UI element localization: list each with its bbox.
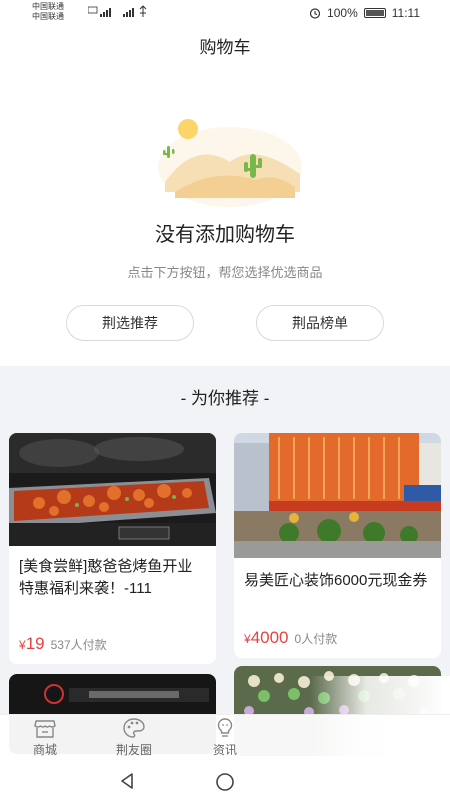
- clock: 11:11: [391, 6, 420, 20]
- home-icon[interactable]: [214, 771, 236, 793]
- empty-cart-subtitle: 点击下方按钮，帮您选择优选商品: [127, 265, 323, 280]
- recommend-title: - 为你推荐 -: [180, 389, 270, 408]
- product-title: [美食尝鲜]憨爸爸烤鱼开业特惠福利来袭！-111: [19, 558, 193, 597]
- decoration-store-image: [234, 433, 441, 558]
- carrier-2: 中国联通: [32, 12, 64, 21]
- status-bar: 中国联通 中国联通 100% 11:11: [0, 0, 450, 26]
- empty-cart-title: 没有添加购物车: [155, 224, 295, 246]
- recommend-picks-button[interactable]: 荆选推荐: [66, 305, 194, 341]
- carrier-1: 中国联通: [32, 2, 64, 11]
- price-row: ¥4000 0人付款: [244, 628, 337, 648]
- paid-count: 0人付款: [294, 632, 338, 646]
- back-icon[interactable]: [118, 771, 138, 791]
- bottom-tab-bar: 商城 荆友圈 资讯: [0, 714, 450, 762]
- battery-icon: [363, 8, 386, 18]
- grilled-fish-image: [9, 433, 216, 546]
- product-title: 易美匠心装饰6000元现金券: [244, 572, 428, 589]
- paid-count: 537人付款: [50, 638, 107, 652]
- price: ¥4000: [244, 628, 289, 647]
- tab-news[interactable]: 资讯: [190, 717, 260, 758]
- status-right: 100% 11:11: [309, 6, 420, 20]
- carrier-labels: 中国联通 中国联通: [32, 2, 64, 22]
- tab-label: 荆友圈: [115, 743, 152, 757]
- alarm-icon: [309, 8, 321, 19]
- product-card-2[interactable]: 易美匠心装饰6000元现金券 ¥4000 0人付款: [234, 433, 441, 658]
- system-nav-bar: [0, 762, 450, 800]
- bulb-icon: [217, 718, 233, 737]
- product-ranking-button[interactable]: 荆品榜单: [256, 305, 384, 341]
- tab-label: 资讯: [212, 743, 237, 757]
- tab-store[interactable]: 商城: [10, 717, 80, 758]
- signal-icon: [87, 4, 152, 20]
- price-row: ¥19 537人付款: [19, 634, 107, 654]
- battery-percent: 100%: [327, 6, 358, 20]
- store-icon: [34, 720, 56, 738]
- palette-icon: [123, 718, 145, 738]
- price: ¥19: [19, 634, 45, 653]
- tab-friends-circle[interactable]: 荆友圈: [99, 717, 169, 758]
- tab-label: 商城: [32, 743, 57, 757]
- page-title: 购物车: [199, 38, 251, 57]
- product-card-1[interactable]: [美食尝鲜]憨爸爸烤鱼开业特惠福利来袭！-111 ¥19 537人付款: [9, 433, 216, 664]
- desert-cactus-icon: [155, 112, 305, 212]
